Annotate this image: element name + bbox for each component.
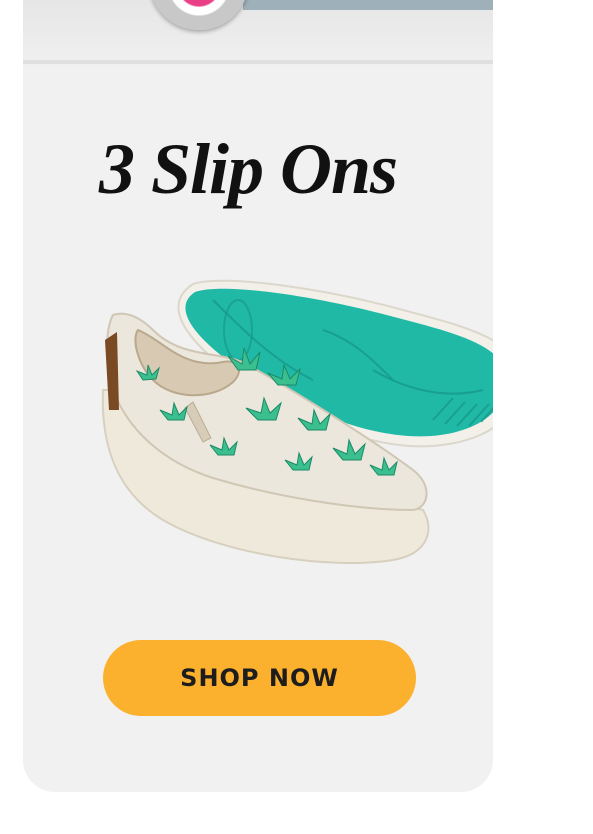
slip-on-shoes-image[interactable]	[73, 270, 493, 590]
shop-now-button[interactable]: SHOP NOW	[103, 640, 416, 716]
shelf-divider	[23, 60, 493, 64]
previous-product-strip	[23, 0, 493, 66]
promo-title: 3 Slip Ons	[98, 129, 398, 209]
promo-card: 3 Slip Ons SHOP NOW	[23, 0, 493, 792]
product-badge-image	[149, 0, 249, 30]
previous-product-edge	[243, 0, 493, 10]
